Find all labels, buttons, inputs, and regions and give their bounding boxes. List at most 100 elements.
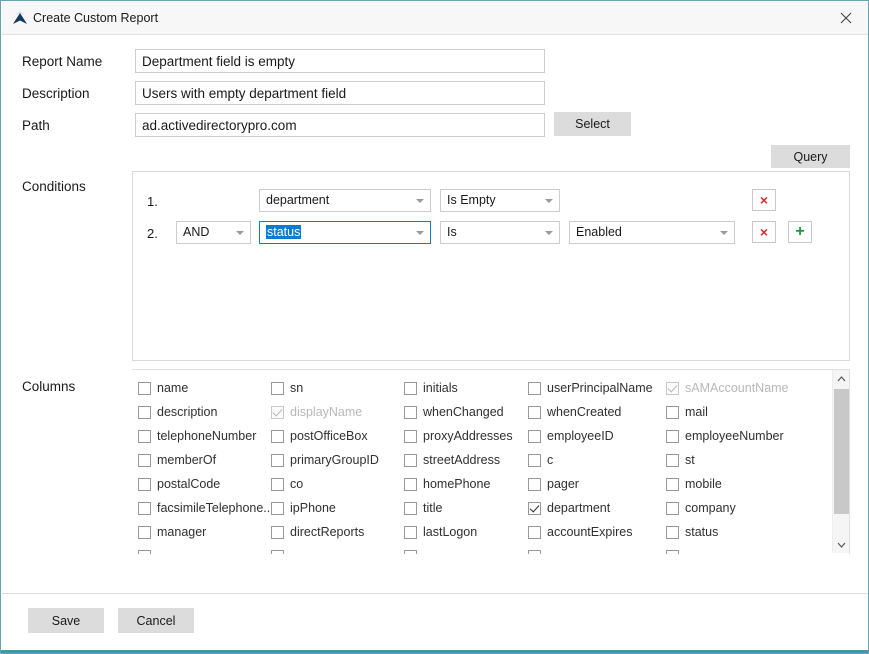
checkbox-icon[interactable] bbox=[271, 453, 284, 467]
column-checkbox-item[interactable]: whenChanged bbox=[404, 400, 504, 424]
column-checkbox-item[interactable]: company bbox=[666, 496, 736, 520]
cancel-button[interactable]: Cancel bbox=[118, 608, 194, 633]
column-checkbox-item[interactable] bbox=[666, 544, 685, 554]
checkbox-icon[interactable] bbox=[138, 381, 151, 395]
checkbox-icon[interactable] bbox=[138, 477, 151, 491]
checkbox-icon[interactable] bbox=[271, 549, 284, 554]
checkbox-icon[interactable] bbox=[404, 477, 417, 491]
column-checkbox-item[interactable] bbox=[528, 544, 547, 554]
checkbox-icon[interactable] bbox=[404, 501, 417, 515]
checkbox-icon[interactable] bbox=[404, 381, 417, 395]
chevron-down-icon[interactable] bbox=[833, 536, 849, 553]
checkbox-icon[interactable] bbox=[138, 525, 151, 539]
column-checkbox-item[interactable]: st bbox=[666, 448, 695, 472]
delete-condition-icon[interactable]: × bbox=[752, 221, 776, 243]
columns-scrollbar[interactable] bbox=[832, 370, 849, 553]
column-checkbox-item[interactable]: name bbox=[138, 376, 188, 400]
checkbox-icon[interactable] bbox=[271, 381, 284, 395]
column-checkbox-item[interactable]: title bbox=[404, 496, 442, 520]
checkbox-icon[interactable] bbox=[666, 381, 679, 395]
column-checkbox-item[interactable]: department bbox=[528, 496, 610, 520]
add-condition-icon[interactable]: + bbox=[788, 221, 812, 243]
checkbox-icon[interactable] bbox=[666, 501, 679, 515]
checkbox-icon[interactable] bbox=[666, 405, 679, 419]
column-checkbox-item[interactable]: proxyAddresses bbox=[404, 424, 513, 448]
checkbox-icon[interactable] bbox=[528, 453, 541, 467]
column-checkbox-item[interactable] bbox=[404, 544, 423, 554]
checkbox-icon[interactable] bbox=[271, 525, 284, 539]
column-checkbox-item[interactable]: memberOf bbox=[138, 448, 216, 472]
column-checkbox-item[interactable]: pager bbox=[528, 472, 579, 496]
column-checkbox-item[interactable]: lastLogon bbox=[404, 520, 477, 544]
column-checkbox-item[interactable]: description bbox=[138, 400, 217, 424]
path-input[interactable] bbox=[135, 113, 545, 137]
condition-attribute-select[interactable]: status bbox=[259, 221, 431, 244]
column-checkbox-item[interactable]: initials bbox=[404, 376, 458, 400]
checkbox-icon[interactable] bbox=[666, 477, 679, 491]
condition-attribute-select[interactable]: department bbox=[259, 189, 431, 212]
column-checkbox-item[interactable]: directReports bbox=[271, 520, 364, 544]
checkbox-icon[interactable] bbox=[271, 405, 284, 419]
checkbox-icon[interactable] bbox=[404, 525, 417, 539]
column-checkbox-item[interactable]: ipPhone bbox=[271, 496, 336, 520]
checkbox-icon[interactable] bbox=[528, 525, 541, 539]
column-checkbox-item[interactable]: accountExpires bbox=[528, 520, 632, 544]
condition-operator-select[interactable]: AND bbox=[176, 221, 251, 244]
column-checkbox-item[interactable] bbox=[271, 544, 290, 554]
column-checkbox-item[interactable]: co bbox=[271, 472, 303, 496]
checkbox-icon[interactable] bbox=[271, 501, 284, 515]
checkbox-icon[interactable] bbox=[138, 405, 151, 419]
checkbox-icon[interactable] bbox=[404, 405, 417, 419]
column-checkbox-item[interactable]: employeeID bbox=[528, 424, 614, 448]
column-checkbox-item[interactable]: sn bbox=[271, 376, 303, 400]
column-checkbox-item[interactable]: userPrincipalName bbox=[528, 376, 653, 400]
report-name-input[interactable] bbox=[135, 49, 545, 73]
checkbox-icon[interactable] bbox=[666, 429, 679, 443]
checkbox-icon[interactable] bbox=[666, 453, 679, 467]
column-checkbox-item[interactable]: c bbox=[528, 448, 553, 472]
checkbox-icon[interactable] bbox=[404, 429, 417, 443]
checkbox-icon[interactable] bbox=[666, 525, 679, 539]
scrollbar-thumb[interactable] bbox=[834, 389, 849, 514]
checkbox-icon[interactable] bbox=[528, 549, 541, 554]
checkbox-icon[interactable] bbox=[138, 549, 151, 554]
column-checkbox-item[interactable]: telephoneNumber bbox=[138, 424, 256, 448]
select-path-button[interactable]: Select bbox=[554, 112, 631, 136]
column-checkbox-item[interactable]: mail bbox=[666, 400, 708, 424]
checkbox-icon[interactable] bbox=[271, 429, 284, 443]
save-button[interactable]: Save bbox=[28, 608, 104, 633]
checkbox-icon[interactable] bbox=[404, 453, 417, 467]
condition-value-select[interactable]: Enabled bbox=[569, 221, 735, 244]
checkbox-icon[interactable] bbox=[528, 381, 541, 395]
column-checkbox-item[interactable]: sAMAccountName bbox=[666, 376, 789, 400]
checkbox-icon[interactable] bbox=[666, 549, 679, 554]
checkbox-icon[interactable] bbox=[138, 453, 151, 467]
column-checkbox-item[interactable]: primaryGroupID bbox=[271, 448, 379, 472]
checkbox-icon[interactable] bbox=[404, 549, 417, 554]
column-checkbox-item[interactable]: streetAddress bbox=[404, 448, 500, 472]
column-checkbox-item[interactable] bbox=[138, 544, 157, 554]
condition-comparison-select[interactable]: Is Empty bbox=[440, 189, 560, 212]
column-checkbox-item[interactable]: homePhone bbox=[404, 472, 490, 496]
column-checkbox-item[interactable]: manager bbox=[138, 520, 206, 544]
column-checkbox-item[interactable]: whenCreated bbox=[528, 400, 621, 424]
column-checkbox-item[interactable]: postalCode bbox=[138, 472, 220, 496]
checkbox-icon[interactable] bbox=[271, 477, 284, 491]
query-button[interactable]: Query bbox=[771, 145, 850, 168]
column-checkbox-item[interactable]: displayName bbox=[271, 400, 362, 424]
checkbox-icon[interactable] bbox=[528, 501, 541, 515]
checkbox-icon[interactable] bbox=[528, 429, 541, 443]
checkbox-icon[interactable] bbox=[528, 477, 541, 491]
condition-comparison-select[interactable]: Is bbox=[440, 221, 560, 244]
checkbox-icon[interactable] bbox=[138, 501, 151, 515]
close-icon[interactable] bbox=[823, 2, 868, 34]
checkbox-icon[interactable] bbox=[138, 429, 151, 443]
column-checkbox-item[interactable]: employeeNumber bbox=[666, 424, 784, 448]
delete-condition-icon[interactable]: × bbox=[752, 189, 776, 211]
column-checkbox-item[interactable]: postOfficeBox bbox=[271, 424, 368, 448]
chevron-up-icon[interactable] bbox=[833, 370, 849, 387]
column-checkbox-item[interactable]: facsimileTelephone.. bbox=[138, 496, 270, 520]
checkbox-icon[interactable] bbox=[528, 405, 541, 419]
column-checkbox-item[interactable]: mobile bbox=[666, 472, 722, 496]
description-input[interactable] bbox=[135, 81, 545, 105]
